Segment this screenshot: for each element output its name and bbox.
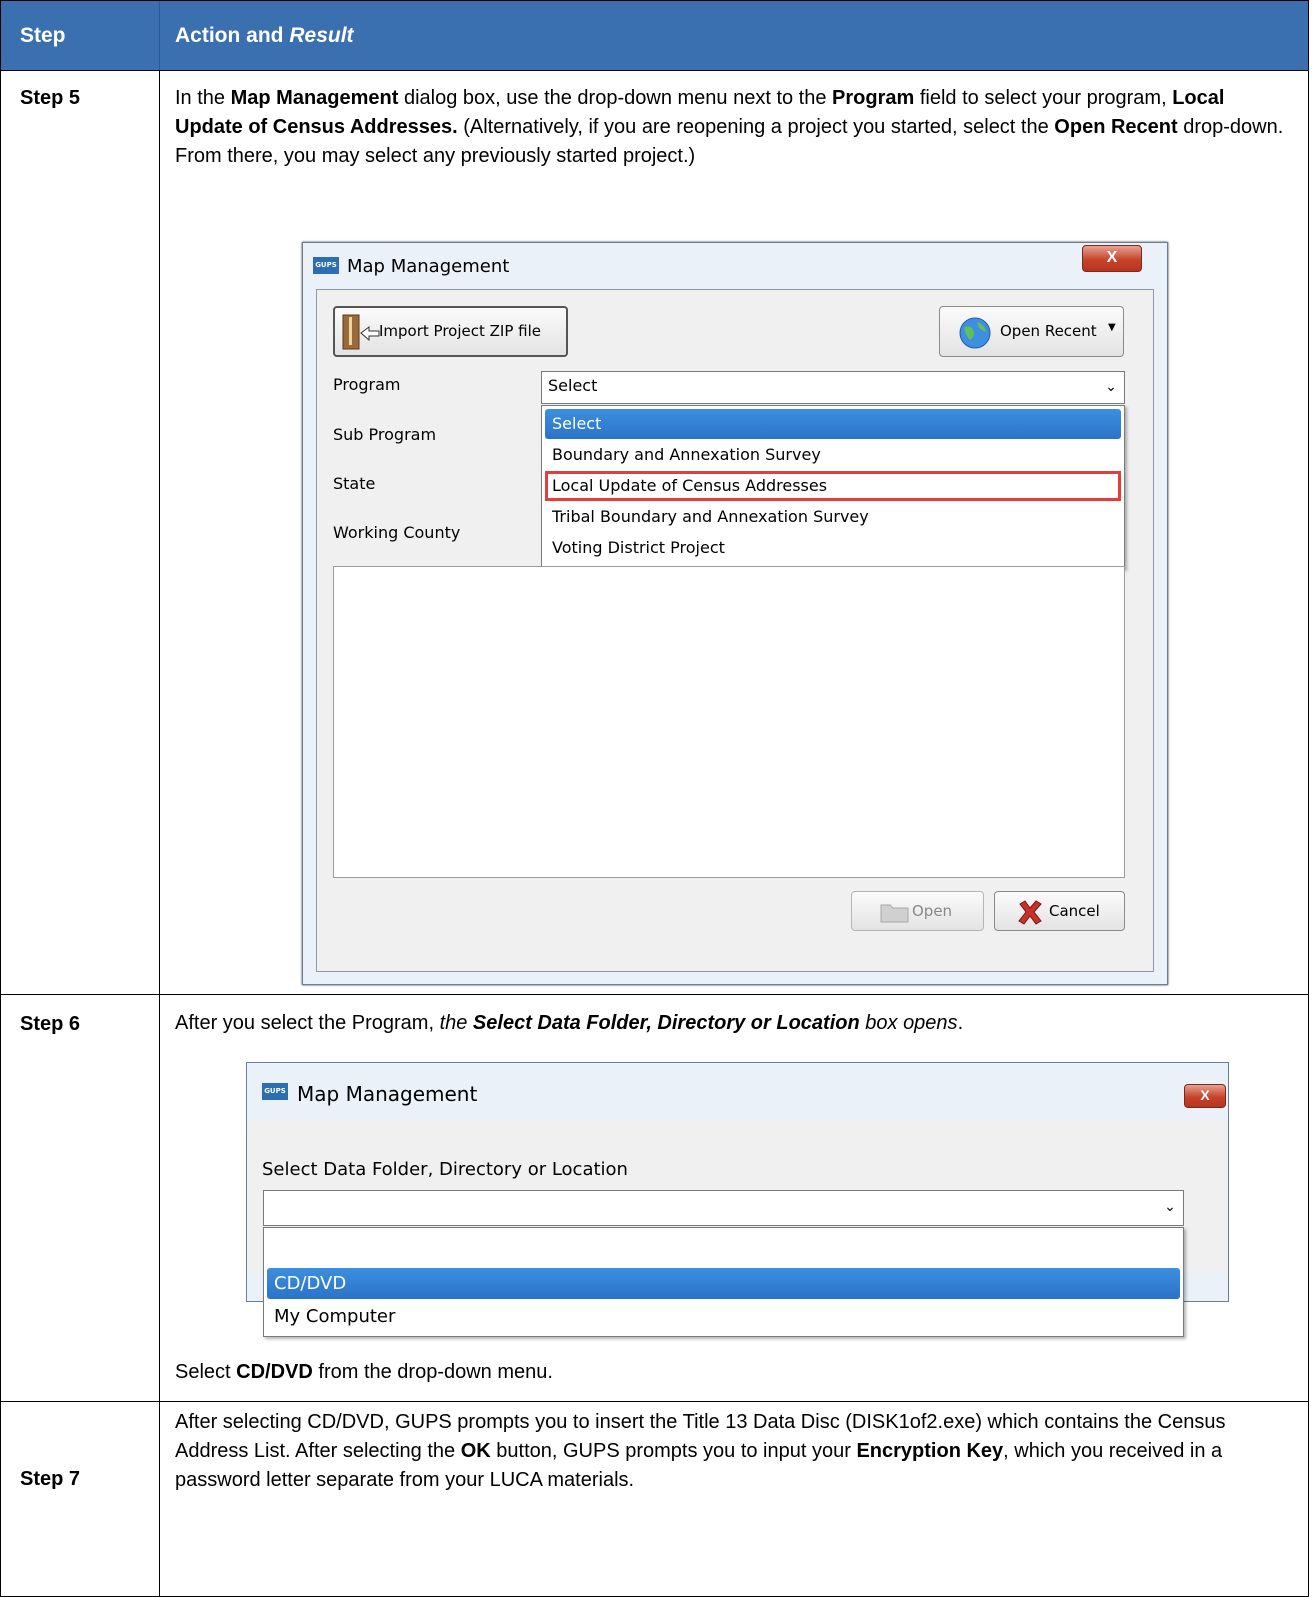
program-select[interactable]: Select ⌄: [541, 371, 1125, 404]
working-county-label: Working County: [333, 523, 461, 542]
close-button[interactable]: X: [1184, 1084, 1226, 1108]
globe-icon: [959, 317, 991, 349]
import-button-label: Import Project ZIP file: [379, 322, 541, 340]
text-run: OK: [460, 1440, 491, 1462]
text-run: CD/DVD: [236, 1361, 313, 1383]
open-recent-button[interactable]: Open Recent ▼: [939, 306, 1124, 357]
text-run: from the drop-down menu.: [312, 1361, 553, 1383]
table-header: Step Action and Result: [1, 1, 1308, 70]
dropdown-caret-icon: ▼: [1108, 322, 1116, 333]
chevron-down-icon[interactable]: ⌄: [1098, 372, 1124, 403]
data-folder-select[interactable]: ⌄: [263, 1190, 1184, 1226]
close-button[interactable]: X: [1082, 245, 1142, 272]
text-run: After you select the Program,: [175, 1012, 440, 1034]
county-list-box[interactable]: [333, 566, 1125, 878]
text-run: Encryption Key: [856, 1440, 1004, 1462]
header-action-text: Action and: [175, 24, 290, 47]
column-divider: [159, 70, 160, 1597]
step-label: Step 5: [20, 87, 81, 109]
state-label: State: [333, 474, 376, 493]
dialog-title: Map Management: [347, 256, 510, 277]
step-6-after-text: Select CD/DVD from the drop-down menu.: [175, 1358, 1285, 1387]
red-x-icon: [1018, 900, 1042, 925]
row-divider: [1, 70, 1308, 71]
text-run: dialog box, use the drop-down menu next …: [398, 87, 833, 109]
open-recent-label: Open Recent: [1000, 322, 1097, 340]
data-folder-option[interactable]: CD/DVD: [267, 1268, 1180, 1299]
open-button[interactable]: Open: [851, 891, 984, 931]
header-divider: [159, 1, 160, 70]
step-5-text: In the Map Management dialog box, use th…: [175, 84, 1285, 171]
header-result-text: Result: [289, 24, 354, 47]
program-select-value: Select: [548, 376, 598, 395]
data-folder-option[interactable]: My Computer: [267, 1301, 1180, 1332]
step-7-text: After selecting CD/DVD, GUPS prompts you…: [175, 1408, 1285, 1495]
text-run: Program: [832, 87, 915, 109]
open-button-label: Open: [912, 902, 953, 920]
sub-program-label: Sub Program: [333, 425, 437, 444]
text-run: Open Recent: [1054, 116, 1178, 138]
header-step: Step: [20, 24, 66, 47]
text-run: .: [957, 1012, 964, 1034]
text-run: button, GUPS prompts you to input your: [490, 1440, 857, 1462]
text-run: (Alternatively, if you are reopening a p…: [457, 116, 1055, 138]
close-icon: X: [1200, 1087, 1210, 1103]
text-run: Select: [175, 1361, 237, 1383]
step-label: Step 6: [20, 1013, 81, 1035]
program-option[interactable]: Tribal Boundary and Annexation Survey: [545, 502, 1121, 532]
cancel-button[interactable]: Cancel: [994, 891, 1125, 931]
step-6-text: After you select the Program, the Select…: [175, 1009, 1285, 1038]
text-run: Select Data Folder, Directory or Locatio…: [472, 1012, 860, 1034]
text-run: box opens: [859, 1012, 958, 1034]
row-divider: [1, 994, 1308, 995]
data-folder-dropdown-list: CD/DVD My Computer: [263, 1227, 1184, 1337]
chevron-down-icon[interactable]: ⌄: [1157, 1191, 1183, 1225]
dialog-body: Import Project ZIP file Open Recent ▼ Pr…: [316, 289, 1154, 972]
folder-icon: [880, 904, 909, 923]
cancel-button-label: Cancel: [1049, 902, 1100, 920]
header-action: Action and Result: [175, 1, 354, 70]
text-run: field to select your program,: [914, 87, 1173, 109]
import-project-zip-button[interactable]: Import Project ZIP file: [333, 306, 568, 357]
text-run: the: [439, 1012, 473, 1034]
text-run: Map Management: [230, 87, 399, 109]
program-option-highlighted[interactable]: Local Update of Census Addresses: [545, 471, 1121, 501]
zip-file-icon: [342, 314, 380, 350]
gups-app-icon: GUPS: [313, 257, 339, 274]
program-option[interactable]: Boundary and Annexation Survey: [545, 440, 1121, 470]
data-folder-prompt: Select Data Folder, Directory or Locatio…: [262, 1159, 628, 1180]
step-label: Step 7: [20, 1468, 81, 1490]
program-option[interactable]: Select: [545, 409, 1121, 439]
program-dropdown-list: Select Boundary and Annexation Survey Lo…: [541, 405, 1125, 569]
instruction-table: Step Action and Result Step 5 In the Map…: [0, 0, 1309, 1597]
program-option[interactable]: Voting District Project: [545, 533, 1121, 563]
row-divider: [1, 1401, 1308, 1402]
program-label: Program: [333, 375, 401, 394]
text-run: In the: [175, 87, 231, 109]
map-management-dialog: GUPS Map Management X Import Project ZIP…: [302, 242, 1168, 985]
gups-app-icon: GUPS: [262, 1083, 288, 1100]
dialog-title: Map Management: [297, 1082, 478, 1106]
close-icon: X: [1106, 249, 1118, 266]
